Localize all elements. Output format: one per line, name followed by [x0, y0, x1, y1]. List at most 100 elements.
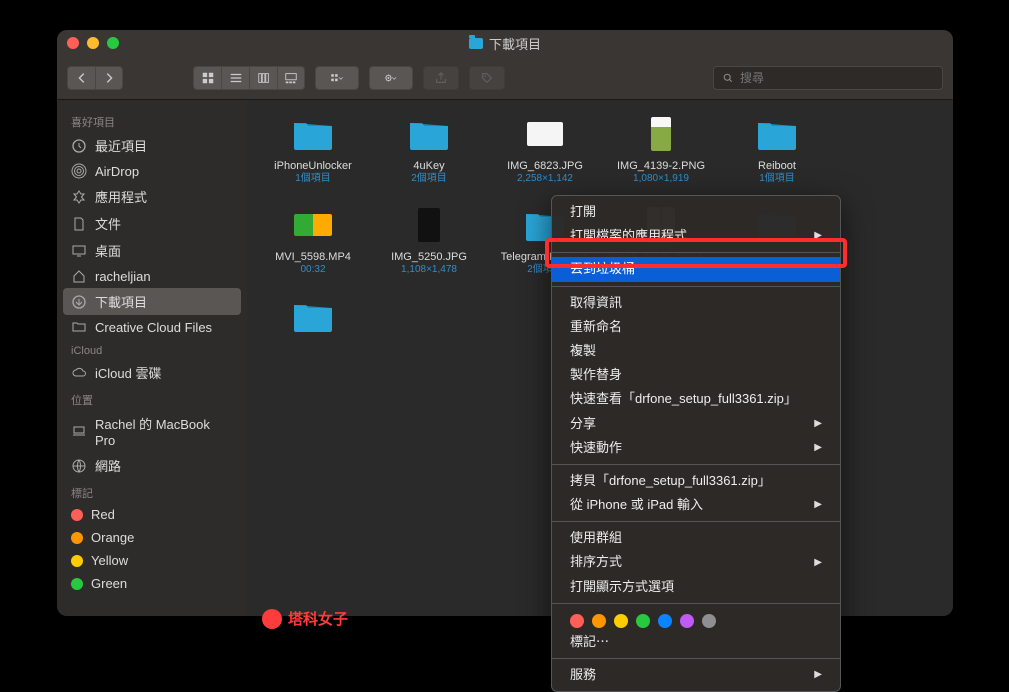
- context-menu-item[interactable]: 標記⋯: [552, 630, 840, 654]
- file-item[interactable]: iPhoneUnlocker1個項目: [255, 112, 371, 185]
- zoom-button[interactable]: [107, 37, 119, 49]
- sidebar-item[interactable]: Red: [57, 503, 247, 526]
- icon-view-button[interactable]: [193, 66, 221, 90]
- context-menu-item[interactable]: 取得資訊: [552, 291, 840, 315]
- context-menu-label: 打開顯示方式選項: [570, 578, 674, 596]
- file-meta: 2個項目: [411, 173, 447, 185]
- sidebar-item[interactable]: 文件: [57, 210, 247, 237]
- file-name: IMG_6823.JPG: [507, 160, 583, 173]
- file-name: iPhoneUnlocker: [274, 160, 352, 173]
- sidebar-item[interactable]: 應用程式: [57, 183, 247, 210]
- file-meta: 2,258×1,142: [517, 173, 573, 185]
- color-tag-dot[interactable]: [570, 614, 584, 628]
- context-menu-item[interactable]: 快速查看「drfone_setup_full3361.zip」: [552, 387, 840, 411]
- close-button[interactable]: [67, 37, 79, 49]
- sidebar-item[interactable]: Rachel 的 MacBook Pro: [57, 410, 247, 452]
- color-tag-dot[interactable]: [592, 614, 606, 628]
- context-menu-item[interactable]: 打開: [552, 200, 840, 224]
- gallery-view-button[interactable]: [277, 66, 305, 90]
- file-name: Reiboot: [758, 160, 796, 173]
- cloud-icon: [71, 365, 87, 381]
- context-menu-item[interactable]: 丟到垃圾桶: [552, 257, 840, 281]
- file-meta: 1,108×1,478: [401, 264, 457, 276]
- context-menu-item[interactable]: 打開檔案的應用程式▶: [552, 224, 840, 248]
- action-button[interactable]: [369, 66, 413, 90]
- file-item[interactable]: IMG_4139-2.PNG1,080×1,919: [603, 112, 719, 185]
- sidebar: 喜好項目最近項目AirDrop應用程式文件桌面 racheljian 下載項目 Cre…: [57, 100, 247, 616]
- file-item[interactable]: IMG_5250.JPG1,108×1,478: [371, 203, 487, 276]
- minimize-button[interactable]: [87, 37, 99, 49]
- sidebar-item[interactable]: 網路: [57, 452, 247, 479]
- file-icon: [285, 112, 341, 156]
- context-menu-item[interactable]: 從 iPhone 或 iPad 輸入▶: [552, 493, 840, 517]
- column-view-button[interactable]: [249, 66, 277, 90]
- sidebar-item[interactable]: 最近項目: [57, 132, 247, 159]
- context-menu-item[interactable]: 打開顯示方式選項: [552, 575, 840, 599]
- sidebar-item[interactable]: racheljian: [57, 264, 247, 288]
- context-menu-item[interactable]: 重新命名: [552, 315, 840, 339]
- file-item[interactable]: IMG_6823.JPG2,258×1,142: [487, 112, 603, 185]
- sidebar-item-label: 網路: [95, 456, 121, 475]
- search-icon: [722, 72, 734, 84]
- sidebar-section-header: 位置: [57, 386, 247, 410]
- context-menu-item[interactable]: 拷貝「drfone_setup_full3361.zip」: [552, 469, 840, 493]
- file-item[interactable]: Reiboot1個項目: [719, 112, 835, 185]
- file-item[interactable]: MVI_5598.MP400:32: [255, 203, 371, 276]
- color-tag-dot[interactable]: [614, 614, 628, 628]
- tag-dot-icon: [71, 509, 83, 521]
- sidebar-item[interactable]: iCloud 雲碟: [57, 359, 247, 386]
- back-button[interactable]: [67, 66, 95, 90]
- list-view-button[interactable]: [221, 66, 249, 90]
- context-menu-label: 丟到垃圾桶: [570, 260, 635, 278]
- file-meta: 00:32: [300, 264, 325, 276]
- search-input[interactable]: [740, 71, 934, 85]
- file-item[interactable]: [255, 294, 371, 342]
- tag-dot-icon: [71, 555, 83, 567]
- window-title: 下載項目: [469, 34, 541, 53]
- folder-icon: [71, 319, 87, 335]
- sidebar-item[interactable]: Green: [57, 572, 247, 595]
- sidebar-item-label: 桌面: [95, 241, 121, 260]
- color-tag-dot[interactable]: [658, 614, 672, 628]
- context-menu-item[interactable]: 製作替身: [552, 363, 840, 387]
- color-tag-dot[interactable]: [702, 614, 716, 628]
- sidebar-item-label: Red: [91, 507, 115, 522]
- context-menu-label: 拷貝「drfone_setup_full3361.zip」: [570, 472, 771, 490]
- context-menu-item[interactable]: 排序方式▶: [552, 550, 840, 574]
- apps-icon: [71, 189, 87, 205]
- sidebar-item[interactable]: 下載項目: [63, 288, 241, 315]
- context-menu-item[interactable]: 使用群組: [552, 526, 840, 550]
- context-menu-label: 取得資訊: [570, 294, 622, 312]
- sidebar-item[interactable]: Yellow: [57, 549, 247, 572]
- context-menu-item[interactable]: 複製: [552, 339, 840, 363]
- file-name: IMG_4139-2.PNG: [617, 160, 705, 173]
- context-menu-separator: [552, 464, 840, 465]
- sidebar-item[interactable]: Creative Cloud Files: [57, 315, 247, 339]
- submenu-arrow-icon: ▶: [814, 668, 822, 682]
- submenu-arrow-icon: ▶: [814, 417, 822, 431]
- sidebar-item[interactable]: Orange: [57, 526, 247, 549]
- watermark: 塔科女子: [262, 608, 348, 629]
- color-tag-dot[interactable]: [680, 614, 694, 628]
- tag-dot-icon: [71, 532, 83, 544]
- context-menu-item[interactable]: 快速動作▶: [552, 436, 840, 460]
- tags-button[interactable]: [469, 66, 505, 90]
- downloads-icon: [71, 294, 87, 310]
- context-menu-label: 快速查看「drfone_setup_full3361.zip」: [570, 390, 797, 408]
- share-button[interactable]: [423, 66, 459, 90]
- sidebar-section-header: 喜好項目: [57, 108, 247, 132]
- sidebar-item-label: Orange: [91, 530, 134, 545]
- sidebar-item-label: 下載項目: [95, 292, 147, 311]
- file-icon: [749, 112, 805, 156]
- context-menu-item[interactable]: 分享▶: [552, 412, 840, 436]
- file-name: 4uKey: [413, 160, 444, 173]
- group-button[interactable]: [315, 66, 359, 90]
- sidebar-item[interactable]: AirDrop: [57, 159, 247, 183]
- search-field[interactable]: [713, 66, 943, 90]
- sidebar-section-header: 標記: [57, 479, 247, 503]
- forward-button[interactable]: [95, 66, 123, 90]
- folder-icon: [469, 38, 483, 49]
- file-item[interactable]: 4uKey2個項目: [371, 112, 487, 185]
- color-tag-dot[interactable]: [636, 614, 650, 628]
- sidebar-item[interactable]: 桌面: [57, 237, 247, 264]
